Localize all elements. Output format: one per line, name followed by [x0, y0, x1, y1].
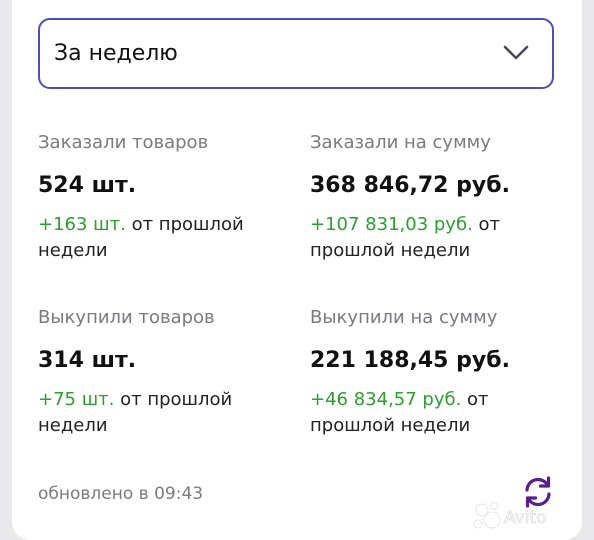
- stat-bought-items: Выкупили товаров 314 шт. +75 шт. от прош…: [38, 307, 298, 439]
- stat-value: 368 846,72 руб.: [310, 173, 510, 198]
- stat-label: Заказали товаров: [38, 132, 209, 153]
- period-select-value: За неделю: [54, 41, 178, 66]
- stat-label: Выкупили на сумму: [310, 307, 498, 328]
- stat-value: 314 шт.: [38, 348, 137, 373]
- stat-delta: +163 шт. от прошлой недели: [38, 212, 298, 264]
- delta-number: +107 831,03 руб.: [310, 214, 473, 235]
- stat-delta: +75 шт. от прошлой недели: [38, 387, 298, 439]
- stat-ordered-items: Заказали товаров 524 шт. +163 шт. от про…: [38, 132, 298, 264]
- avito-watermark: Avito: [473, 502, 547, 529]
- stat-value: 524 шт.: [38, 173, 137, 198]
- period-select[interactable]: За неделю: [38, 18, 554, 89]
- delta-number: +163 шт.: [38, 214, 126, 235]
- delta-number: +46 834,57 руб.: [310, 389, 462, 410]
- watermark-text: Avito: [504, 508, 546, 528]
- updated-timestamp: обновлено в 09:43: [38, 484, 204, 504]
- stat-ordered-sum: Заказали на сумму 368 846,72 руб. +107 8…: [310, 132, 560, 264]
- stat-delta: +46 834,57 руб. от прошлой недели: [310, 387, 560, 439]
- stats-card: За неделю Заказали товаров 524 шт. +163 …: [12, 0, 582, 540]
- stat-bought-sum: Выкупили на сумму 221 188,45 руб. +46 83…: [310, 307, 560, 439]
- stat-label: Выкупили товаров: [38, 307, 215, 328]
- stat-value: 221 188,45 руб.: [310, 348, 510, 373]
- stat-label: Заказали на сумму: [310, 132, 491, 153]
- chevron-down-icon: [503, 45, 529, 60]
- delta-number: +75 шт.: [38, 389, 115, 410]
- stat-delta: +107 831,03 руб. от прошлой недели: [310, 212, 560, 264]
